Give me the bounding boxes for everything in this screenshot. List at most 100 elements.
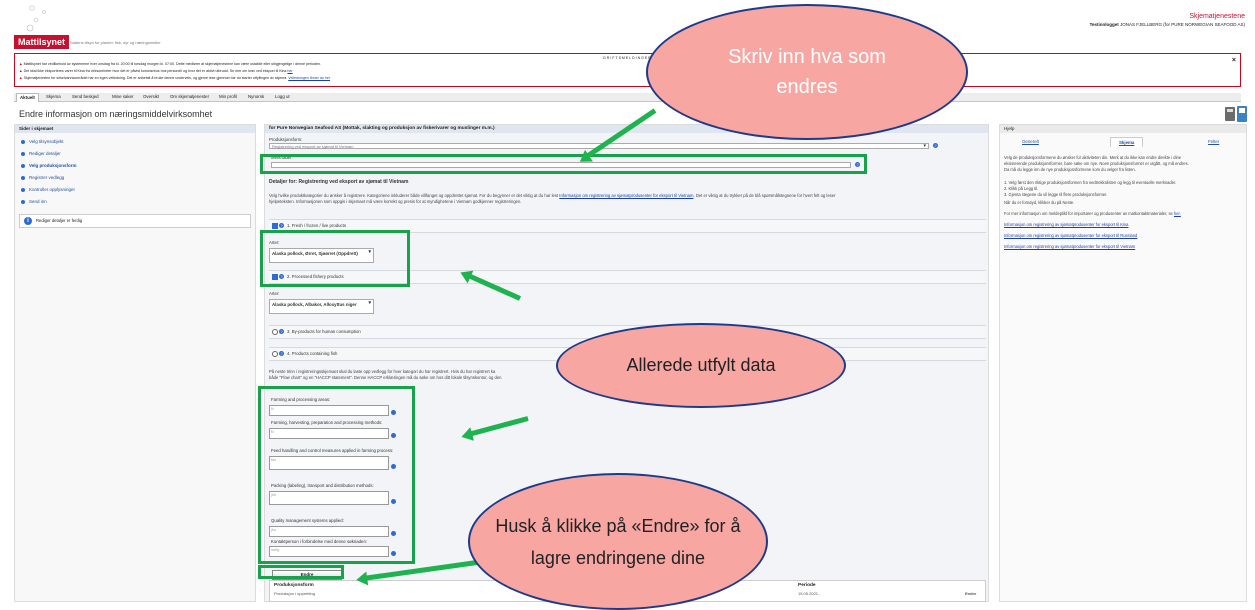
highlight-box bbox=[260, 154, 867, 174]
chevron-down-icon: ▾ bbox=[368, 300, 371, 306]
warning-icon: ▲ bbox=[19, 62, 23, 66]
login-status: Testinnlogget JONAS FJELLBERG (for PURE … bbox=[1090, 22, 1245, 27]
radio-button[interactable] bbox=[272, 351, 278, 357]
help-icon[interactable]: ? bbox=[279, 351, 284, 356]
help-icon[interactable]: ? bbox=[279, 329, 284, 334]
intro-text-part: . Det er viktig at du trykker på de blå … bbox=[693, 193, 836, 198]
step-label: Rediger detaljer bbox=[29, 151, 61, 156]
help-panel: Hjelp Generelt Skjema Felter Velg de pro… bbox=[999, 124, 1247, 602]
arter-select[interactable]: Alaska pollock, Albakor, Alloxyttus nige… bbox=[269, 299, 374, 314]
help-text: Velg de produksjonsformene du ønsker for… bbox=[1004, 155, 1182, 160]
notice-text: Det skal ikke eksporteres varer til Kina… bbox=[23, 69, 287, 73]
step-icon bbox=[21, 175, 25, 180]
step-label: Velg tilsynsobjekt bbox=[29, 139, 64, 144]
notice-link[interactable]: Veiledningen finner du her bbox=[288, 76, 330, 80]
print-save-icons[interactable] bbox=[1224, 105, 1248, 123]
checkbox[interactable] bbox=[272, 223, 278, 229]
driftsmeldinger-panel: DRIFTSMELDINGER ▲ Mattilsynet har vedlik… bbox=[14, 53, 1241, 87]
help-link[interactable]: Informasjon om registrering av sjømatpro… bbox=[1004, 222, 1128, 227]
step-icon bbox=[21, 151, 25, 156]
produksjonsform-value: Registrering ved eksport av sjømat til V… bbox=[272, 144, 354, 149]
step-registrer-vedlegg[interactable]: Registrer vedlegg bbox=[21, 175, 64, 180]
help-text: Når du er fornøyd, klikker du på Neste. bbox=[1004, 200, 1075, 205]
intro-text: Velg hvilke produktkategorier du ønsker … bbox=[269, 193, 984, 205]
intro-link[interactable]: Informasjon om registrering av sjømatpro… bbox=[559, 193, 693, 198]
produksjonsform-label: Produksjonsform: bbox=[269, 137, 303, 142]
tagline: Statens tilsyn for planter, fisk, dyr og… bbox=[70, 40, 161, 45]
step-icon bbox=[21, 139, 25, 144]
step-velg-tilsynsobjekt[interactable]: Velg tilsynsobjekt bbox=[21, 139, 64, 144]
mattilsynet-logo[interactable]: Mattilsynet bbox=[14, 35, 70, 49]
tab-nynorsk[interactable]: Nynorsk bbox=[245, 93, 267, 101]
step-label: Velg produksjonsform bbox=[29, 163, 77, 168]
help-text: Da må du legge inn de nye produksjonsfor… bbox=[1004, 167, 1136, 172]
help-text: 3. Gjenta stegene du vil legge til flere… bbox=[1004, 192, 1108, 197]
tab-mine-saker[interactable]: Mine saker bbox=[109, 93, 136, 101]
login-prefix: Testinnlogget bbox=[1089, 22, 1119, 27]
callout-bubble: Skriv inn hva som endres bbox=[646, 4, 968, 140]
intro-text-part: Velg hvilke produktkategorier du ønsker … bbox=[269, 193, 559, 198]
help-link[interactable]: Informasjon om registrering av sjømatpro… bbox=[1004, 244, 1135, 249]
callout-bubble: Allerede utfylt data bbox=[556, 323, 846, 408]
notice-title: DRIFTSMELDINGER bbox=[603, 56, 652, 60]
help-icon[interactable]: ? bbox=[933, 143, 938, 148]
table-endre-link[interactable]: Endre bbox=[965, 591, 976, 596]
step-velg-produksjonsform[interactable]: Velg produksjonsform bbox=[21, 163, 77, 168]
table-header: Produksjonsform bbox=[274, 583, 314, 588]
tab-aktuelt[interactable]: Aktuelt bbox=[16, 93, 39, 102]
service-name: Skjematjenestene bbox=[1189, 13, 1245, 20]
help-heading: Hjelp bbox=[1000, 125, 1246, 133]
info-message: i Rediger detaljer er ferdig bbox=[19, 214, 251, 228]
notice-link[interactable]: her bbox=[287, 69, 292, 73]
help-text: 1. Velg først den riktige produksjonsfor… bbox=[1004, 180, 1177, 185]
table-header: Periode bbox=[798, 583, 816, 588]
info-icon: i bbox=[24, 217, 32, 225]
help-icon[interactable]: ? bbox=[279, 223, 284, 228]
warning-icon: ▲ bbox=[19, 69, 23, 73]
table-cell: Produksjon i oppretting bbox=[274, 591, 315, 596]
tab-skjema[interactable]: Skjema bbox=[43, 93, 64, 101]
intro-text-part: hjelpeteksten. Informasjonen som oppgis … bbox=[269, 199, 522, 204]
step-label: Registrer vedlegg bbox=[29, 175, 65, 180]
tab-logg-ut[interactable]: Logg ut bbox=[272, 93, 293, 101]
category-label: 4. Products containing fish bbox=[287, 351, 338, 356]
login-user: JONAS FJELLBERG (for PURE NORWEGIAN SEAF… bbox=[1120, 22, 1245, 27]
tab-send-beskjed[interactable]: Send beskjed bbox=[69, 93, 102, 101]
warning-icon: ▲ bbox=[19, 76, 23, 80]
tab-min-profil[interactable]: Min profil bbox=[216, 93, 240, 101]
main-nav: Aktuelt Skjema Send beskjed Mine saker O… bbox=[14, 93, 1241, 102]
notice-text: Skjematjenesten for sirkelvannsområdet h… bbox=[23, 76, 288, 80]
tab-felter[interactable]: Felter bbox=[1208, 139, 1219, 144]
help-text: eksisterende produksjonsformer, bare søk… bbox=[1004, 161, 1189, 166]
notice-line: ▲ Det skal ikke eksporteres varer til Ki… bbox=[19, 69, 293, 73]
step-rediger-detaljer[interactable]: Rediger detaljer bbox=[21, 151, 61, 156]
highlight-box bbox=[258, 386, 415, 564]
help-text: 2. Klikk på Legg til. bbox=[1004, 186, 1039, 191]
logo-bubbles-icon bbox=[26, 5, 46, 32]
step-send-inn[interactable]: Send inn bbox=[21, 199, 47, 204]
step-label: Kontroller opplysninger bbox=[29, 187, 76, 192]
notice-line: ▲ Mattilsynet har vedlikehold av systeme… bbox=[19, 62, 321, 66]
radio-button[interactable] bbox=[272, 329, 278, 335]
tab-om-skjematjenester[interactable]: Om skjematjenester bbox=[167, 93, 212, 101]
step-kontroller-opplysninger[interactable]: Kontroller opplysninger bbox=[21, 187, 75, 192]
help-link[interactable]: her. bbox=[1174, 211, 1181, 216]
close-icon[interactable]: × bbox=[1232, 57, 1236, 64]
chevron-down-icon: ▾ bbox=[923, 143, 926, 149]
tab-generelt[interactable]: Generelt bbox=[1022, 139, 1039, 144]
vedlegg-text-part: På neste trinn i registreringsskjemaet s… bbox=[269, 369, 496, 374]
left-steps-panel: Sider i skjemaet Velg tilsynsobjekt Redi… bbox=[14, 124, 256, 602]
help-text: For mer informasjon om meldeplikt for im… bbox=[1004, 211, 1181, 216]
tab-oversikt[interactable]: Oversikt bbox=[140, 93, 162, 101]
callout-bubble: Husk å klikke på «Endre» for å lagre end… bbox=[468, 473, 768, 610]
page-title: Endre informasjon om næringsmiddelvirkso… bbox=[19, 109, 213, 119]
tab-skjema-help[interactable]: Skjema bbox=[1110, 137, 1144, 147]
help-link[interactable]: Informasjon om registrering av sjømatpro… bbox=[1004, 233, 1137, 238]
highlight-box bbox=[260, 230, 410, 287]
info-text: Rediger detaljer er ferdig bbox=[36, 218, 83, 223]
category-label: 3. By-products for human consumption bbox=[287, 329, 361, 334]
category-label: 1. Fresh / frozen / live products bbox=[287, 223, 346, 228]
step-icon bbox=[21, 199, 25, 204]
vedlegg-text-part: både "Flow chart" og en "HACCP statement… bbox=[269, 375, 502, 380]
arter-value: Alaska pollock, Albakor, Alloxyttus nige… bbox=[272, 302, 357, 307]
